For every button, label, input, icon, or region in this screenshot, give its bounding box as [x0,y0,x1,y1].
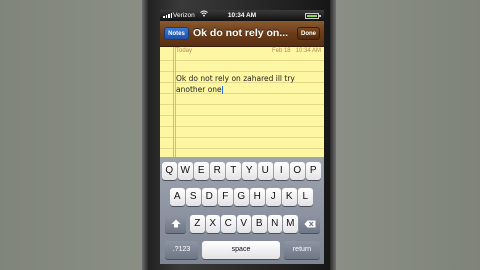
return-key[interactable]: return [284,241,320,259]
space-key[interactable]: space [202,241,280,259]
key-d[interactable]: D [202,188,217,206]
margin-line [175,47,176,157]
phone-screen: Verizon 10:34 AM Notes Ok do not rely on… [160,10,324,264]
key-r[interactable]: R [210,162,225,180]
status-time: 10:34 AM [227,12,257,19]
numbers-key[interactable]: .?123 [165,241,198,259]
battery-icon [305,13,321,19]
key-s[interactable]: S [186,188,201,206]
key-n[interactable]: N [267,215,282,233]
status-bar: Verizon 10:34 AM [160,10,324,21]
note-date: Feb 18 [271,48,291,54]
key-g[interactable]: G [234,188,249,206]
keyboard: .?123 space return QWERTYUIOP ASDFGHJKL ZX… [160,157,324,264]
text-cursor [221,86,223,94]
key-m[interactable]: M [283,215,298,233]
done-button[interactable]: Done [297,27,320,40]
note-date-label: Feb 18 10:34 AM [272,48,321,54]
key-x[interactable]: X [205,215,220,233]
key-h[interactable]: H [250,188,265,206]
key-u[interactable]: U [258,162,273,180]
note-title: Ok do not rely on... [193,27,289,39]
key-a[interactable]: A [170,188,185,206]
note-time: 10:34 AM [295,48,321,54]
key-c[interactable]: C [221,215,236,233]
margin-line [173,47,174,157]
navigation-bar: Notes Ok do not rely on... Done [160,21,324,47]
note-day-label: Today [176,48,193,54]
shift-key[interactable] [165,215,186,233]
key-p[interactable]: P [306,162,321,180]
key-b[interactable]: B [252,215,267,233]
backspace-icon [304,220,316,230]
shift-arrow-icon [171,219,181,230]
key-i[interactable]: I [274,162,289,180]
key-f[interactable]: F [218,188,233,206]
key-t[interactable]: T [226,162,241,180]
key-q[interactable]: Q [162,162,177,180]
key-o[interactable]: O [290,162,305,180]
key-j[interactable]: J [266,188,281,206]
key-l[interactable]: L [298,188,313,206]
note-paper[interactable]: Today Feb 18 10:34 AM Ok do not rely on … [160,47,324,157]
key-w[interactable]: W [178,162,193,180]
key-k[interactable]: K [282,188,297,206]
notes-back-button[interactable]: Notes [164,27,189,40]
key-z[interactable]: Z [190,215,205,233]
phone-bezel-right [330,0,336,270]
key-e[interactable]: E [194,162,209,180]
key-y[interactable]: Y [242,162,257,180]
note-text: Ok do not rely on zahared ill try anothe… [176,74,298,94]
note-body-text[interactable]: Ok do not rely on zahared ill try anothe… [176,73,320,95]
key-v[interactable]: V [236,215,251,233]
phone-bezel-left [142,0,148,270]
delete-key[interactable] [299,215,320,233]
